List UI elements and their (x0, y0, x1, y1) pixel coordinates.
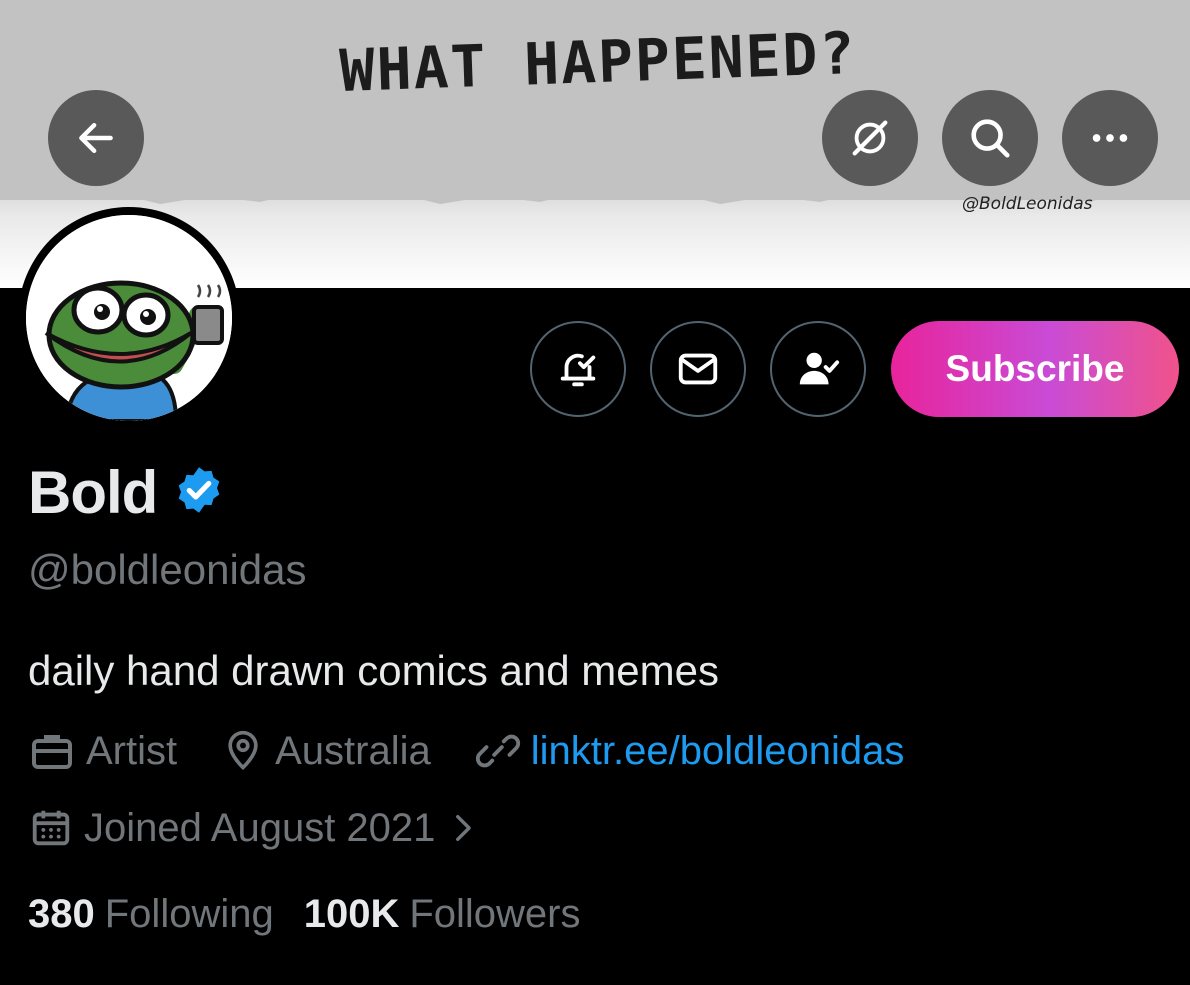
avatar-image (26, 215, 232, 421)
followers-stat[interactable]: 100K Followers (304, 892, 581, 937)
person-check-icon (799, 352, 840, 385)
display-name: Bold (28, 459, 158, 526)
following-stat[interactable]: 380 Following (28, 892, 274, 937)
banner-credit: @BoldLeonidas (962, 194, 1093, 214)
name-row: Bold (28, 458, 225, 527)
follow-stats: 380 Following 100K Followers (28, 892, 611, 937)
followers-count: 100K (303, 892, 400, 936)
website-link[interactable]: linktr.ee/boldleonidas (531, 729, 905, 774)
joined-item[interactable]: Joined August 2021 (28, 805, 489, 851)
following-label: Following (104, 892, 274, 936)
location-text: Australia (275, 728, 431, 773)
frog-avatar-illustration (26, 215, 232, 421)
profile-avatar[interactable] (18, 207, 240, 429)
joined-row[interactable]: Joined August 2021 (28, 805, 533, 851)
profession-item: Artist (28, 727, 177, 775)
following-button[interactable] (770, 321, 866, 417)
envelope-icon (678, 353, 718, 385)
verified-badge-icon[interactable] (173, 464, 225, 521)
arrow-left-icon (79, 122, 113, 154)
profession-text: Artist (86, 728, 178, 773)
profile-meta-row: Artist Australia linktr.ee/boldleonidas (28, 727, 948, 775)
subscribe-button[interactable]: Subscribe (891, 321, 1179, 417)
search-button[interactable] (942, 90, 1038, 186)
message-button[interactable] (650, 321, 746, 417)
following-count: 380 (28, 892, 95, 936)
grok-icon (852, 120, 888, 156)
back-button[interactable] (48, 90, 144, 186)
followers-label: Followers (409, 892, 581, 936)
profile-bio: daily hand drawn comics and memes (28, 647, 719, 694)
more-horizontal-icon (1092, 134, 1128, 142)
joined-text: Joined August 2021 (84, 805, 436, 850)
location-pin-icon (228, 730, 258, 771)
location-item: Australia (221, 729, 431, 774)
calendar-icon (32, 810, 70, 846)
profile-handle: @boldleonidas (28, 546, 307, 593)
grok-button[interactable] (822, 90, 918, 186)
search-icon (971, 119, 1010, 158)
briefcase-icon (32, 735, 72, 769)
chevron-right-icon (456, 814, 472, 842)
more-button[interactable] (1062, 90, 1158, 186)
notifications-button[interactable] (530, 321, 626, 417)
website-item[interactable]: linktr.ee/boldleonidas (475, 728, 905, 774)
link-icon (475, 734, 520, 768)
bell-check-icon (560, 353, 596, 387)
